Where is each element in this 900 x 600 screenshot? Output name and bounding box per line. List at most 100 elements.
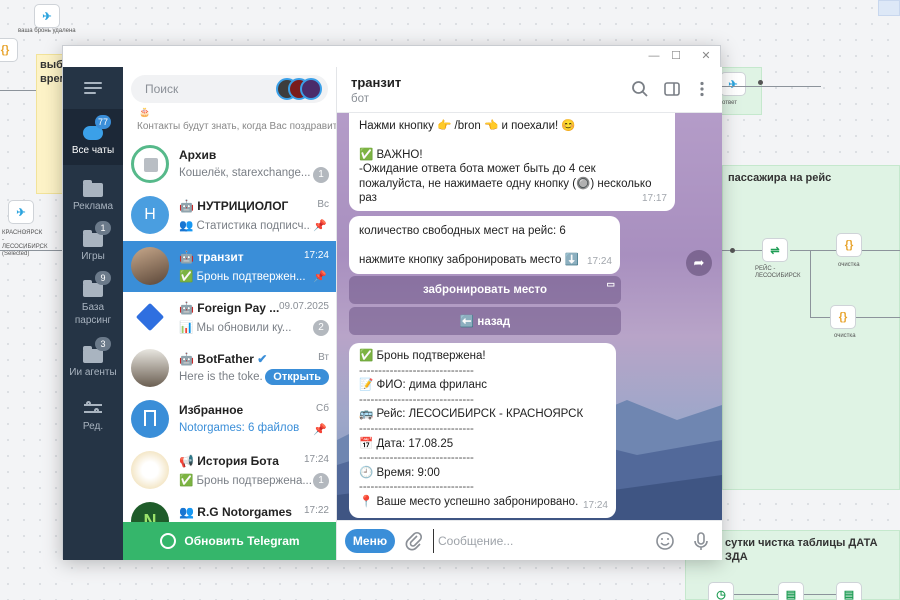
avatar: Н <box>131 196 169 234</box>
chat-name: 👥 R.G Notorgames <box>179 505 292 519</box>
message-line: 🚌 Рейс: ЛЕСОСИБИРСК - КРАСНОЯРСК <box>359 408 584 421</box>
flow-node-label: очистка <box>834 333 856 339</box>
message-composer: Меню <box>337 520 722 560</box>
message-history[interactable]: Нажми кнопку 👉 /bron 👈 и поехали! 😊 ✅ ВА… <box>337 113 722 520</box>
foreign-pay-logo <box>135 302 165 332</box>
archive-box-icon <box>144 158 158 172</box>
code-node-icon[interactable]: {} <box>0 38 18 62</box>
sliders-icon <box>82 399 104 417</box>
telegram-node-icon[interactable]: ✈ <box>34 4 60 28</box>
flow-connector <box>862 250 900 251</box>
code-node-icon[interactable]: {} <box>836 233 862 257</box>
telegram-window: — ☐ ✕ 77 Все чаты Реклама 1 Игры 9 База … <box>62 45 722 560</box>
sheet-node-icon[interactable]: ▤ <box>836 582 862 600</box>
unread-badge: 1 <box>313 167 329 183</box>
search-input[interactable] <box>145 75 265 103</box>
bot-menu-button[interactable]: Меню <box>345 529 395 553</box>
maximize-button[interactable]: ☐ <box>667 48 685 64</box>
folder-label: Ии агенты <box>69 367 117 378</box>
message-line: нажмите кнопку забронировать место ⬇️ <box>359 253 579 266</box>
clock-node-icon[interactable]: ◷ <box>708 582 734 600</box>
avatar <box>131 400 169 438</box>
chat-row-bot-history[interactable]: 📢 История Бота 17:24 ✅ Бронь подтвержена… <box>123 445 336 496</box>
stories-strip[interactable] <box>276 78 324 100</box>
main-menu-button[interactable] <box>63 67 123 109</box>
folder-unread-badge: 3 <box>95 337 111 351</box>
message-time: 17:24 <box>582 500 608 512</box>
chat-bubbles-icon: 77 <box>82 115 112 141</box>
sheet-node-icon[interactable]: ▤ <box>778 582 804 600</box>
message-bubble[interactable]: Нажми кнопку 👉 /bron 👈 и поехали! 😊 ✅ ВА… <box>349 113 675 211</box>
flow-node-label: РЕЙС - ЛЕСОСИБИРСК <box>755 266 801 279</box>
folder-unread-badge: 1 <box>95 221 111 235</box>
folder-ai-agents[interactable]: 3 Ии агенты <box>63 337 123 387</box>
flow-handle[interactable] <box>758 80 763 85</box>
inline-button-book-seat[interactable]: забронировать место ▭ <box>349 276 621 304</box>
avatar <box>131 298 169 336</box>
folder-all-chats[interactable]: 77 Все чаты <box>63 109 123 165</box>
folder-unread-badge: 9 <box>95 271 111 285</box>
close-button[interactable]: ✕ <box>697 48 715 64</box>
router-node-icon[interactable]: ⇌ <box>762 238 788 262</box>
update-label: Обновить Telegram <box>184 534 300 548</box>
update-telegram-button[interactable]: Обновить Telegram <box>123 522 336 560</box>
chat-row-botfather[interactable]: 🤖 BotFather ✔ Вт Here is the toke... Отк… <box>123 343 336 394</box>
flow-handle[interactable] <box>730 248 735 253</box>
chat-row-foreign-pay[interactable]: 🤖 Foreign Pay ... 09.07.2025 📊 Мы обнови… <box>123 292 336 343</box>
chat-preview: 📊 Мы обновили ку... <box>179 322 292 334</box>
separator-line: ------------------------------ <box>359 422 474 435</box>
window-titlebar[interactable]: — ☐ ✕ <box>63 46 720 67</box>
emoji-icon[interactable] <box>655 531 675 551</box>
message-line: ✅ Бронь подтвержена! <box>359 350 486 362</box>
birthday-notice[interactable]: Контакты будут знать, когда Вас поздрави… <box>137 121 336 132</box>
message-bubble[interactable]: количество свободных мест на рейс: 6 наж… <box>349 216 620 274</box>
chat-row-transit[interactable]: 🤖 транзит 17:24 ✅ Бронь подтвержен... 📌 <box>123 241 336 292</box>
more-options-icon[interactable] <box>693 80 711 98</box>
telegram-node-icon[interactable]: ✈ <box>720 72 746 96</box>
flow-group-title: пассажира на рейс <box>728 172 832 184</box>
folder-games[interactable]: 1 Игры <box>63 221 123 271</box>
flow-connector <box>721 250 762 251</box>
folder-sidebar: 77 Все чаты Реклама 1 Игры 9 База парсин… <box>63 67 123 560</box>
folder-parsing-db[interactable]: 9 База парсинг <box>63 271 123 333</box>
chat-preview: Here is the toke... <box>179 371 263 383</box>
folder-icon: 1 <box>82 221 111 247</box>
microphone-icon[interactable] <box>691 531 711 551</box>
folder-label: Игры <box>81 251 105 262</box>
pin-icon: 📌 <box>313 424 327 436</box>
chat-preview: 👥 Статистика подписч... <box>179 220 311 232</box>
flow-group-green <box>722 165 900 490</box>
folder-ads[interactable]: Реклама <box>63 171 123 221</box>
code-node-icon[interactable]: {} <box>830 305 856 329</box>
flow-node-label: очистка <box>838 262 860 268</box>
sidebar-toggle-icon[interactable] <box>663 80 681 98</box>
inline-button-back[interactable]: ⬅️ назад <box>349 307 621 335</box>
chat-row-nutritionist[interactable]: Н 🤖 НУТРИЦИОЛОГ Вс 👥 Статистика подписч.… <box>123 190 336 241</box>
chat-time: Сб <box>316 403 329 414</box>
search-icon[interactable] <box>631 80 649 98</box>
chat-subtitle: бот <box>351 93 369 105</box>
open-bot-button[interactable]: Открыть <box>265 369 329 385</box>
separator-line: ------------------------------ <box>359 393 474 406</box>
telegram-node-icon[interactable]: ✈ <box>8 200 34 224</box>
message-input[interactable] <box>433 529 633 553</box>
chat-row-saved[interactable]: Избранное Сб Notorgames: 6 файлов 📌 <box>123 394 336 445</box>
expand-icon: ▭ <box>606 279 615 289</box>
story-avatar[interactable] <box>300 78 322 100</box>
message-line: пожалуйста, не нажимаете одну кнопку (🔘)… <box>359 177 652 205</box>
folder-edit[interactable]: Ред. <box>63 391 123 441</box>
forward-button[interactable]: ➦ <box>686 250 712 276</box>
paperclip-icon[interactable] <box>405 531 423 551</box>
separator-line: ------------------------------ <box>359 452 474 465</box>
megaphone-icon: 📢 <box>179 454 198 468</box>
chat-header[interactable]: транзит бот <box>337 67 722 113</box>
folder-icon <box>82 179 104 197</box>
chat-preview: Notorgames: 6 файлов <box>179 422 300 434</box>
chat-list-panel: 🎂 Контакты будут знать, когда Вас поздра… <box>123 67 337 560</box>
folder-unread-badge: 77 <box>95 115 112 129</box>
chat-row-archive[interactable]: Архив Кошелёк, starexchange... 1 <box>123 139 336 190</box>
chat-name: 🤖 BotFather ✔ <box>179 352 268 366</box>
message-bubble[interactable]: ✅ Бронь подтвержена! -------------------… <box>349 343 616 518</box>
flow-connector <box>790 250 836 251</box>
minimize-button[interactable]: — <box>645 48 663 64</box>
